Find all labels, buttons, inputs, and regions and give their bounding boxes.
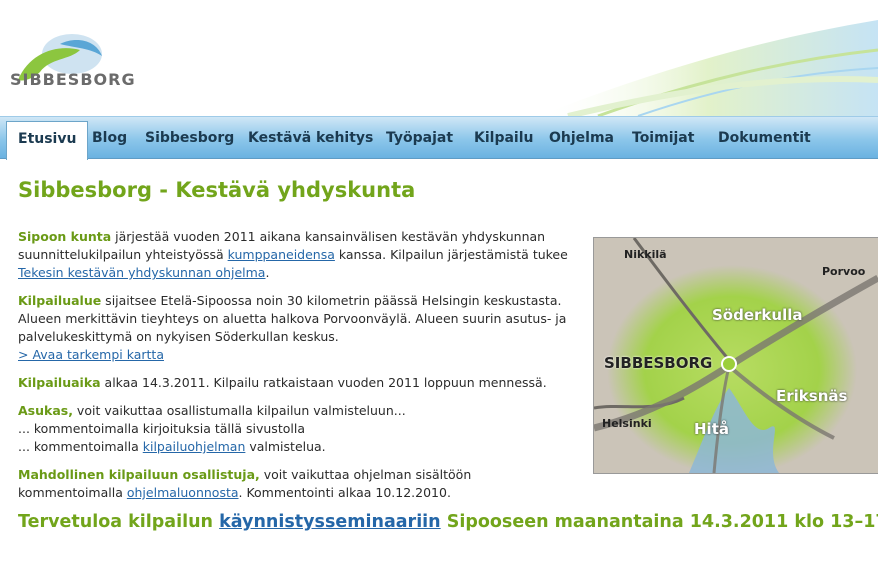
nav-tab-etusivu[interactable]: Etusivu: [6, 121, 89, 160]
map-label-hita: Hitå: [694, 420, 729, 438]
nav-tab-sibbesborg[interactable]: Sibbesborg: [134, 119, 245, 158]
intro-text-3: .: [265, 265, 270, 280]
resident-text-2: ... kommentoimalla kirjoituksia tällä si…: [18, 421, 305, 436]
header: SIBBESBORG: [0, 0, 878, 116]
main-navigation: Etusivu Blog Sibbesborg Kestävä kehitys …: [0, 116, 878, 160]
program-draft-link[interactable]: ohjelmaluonnosta: [127, 485, 239, 500]
brand-name: SIBBESBORG: [10, 70, 136, 89]
partners-link[interactable]: kumppaneidensa: [228, 247, 335, 262]
highlight-participant: Mahdollinen kilpailuun osallistuja,: [18, 467, 260, 482]
time-text: alkaa 14.3.2011. Kilpailu ratkaistaan vu…: [100, 375, 547, 390]
welcome-text-1: Tervetuloa kilpailun: [18, 512, 220, 532]
map-label-helsinki: Helsinki: [602, 417, 652, 430]
competition-time-paragraph: Kilpailuaika alkaa 14.3.2011. Kilpailu r…: [18, 374, 580, 392]
header-swoosh-decoration: [538, 20, 878, 116]
map-label-sibbesborg: SIBBESBORG: [604, 354, 713, 372]
nav-tab-toimijat[interactable]: Toimijat: [621, 119, 705, 158]
resident-text-3a: ... kommentoimalla: [18, 439, 143, 454]
area-text: sijaitsee Etelä-Sipoossa noin 30 kilomet…: [18, 293, 567, 344]
competition-program-link[interactable]: kilpailuohjelman: [143, 439, 246, 454]
tekes-program-link[interactable]: Tekesin kestävän yhdyskunnan ohjelma: [18, 265, 265, 280]
highlight-sipoon-kunta: Sipoon kunta: [18, 229, 112, 244]
nav-tab-kilpailu[interactable]: Kilpailu: [463, 119, 544, 158]
map-label-porvoo: Porvoo: [822, 265, 866, 278]
intro-text-2: kanssa. Kilpailun järjestämistä tukee: [334, 247, 568, 262]
nav-tab-dokumentit[interactable]: Dokumentit: [707, 119, 822, 158]
seminar-link[interactable]: käynnistysseminaariin: [219, 512, 441, 532]
nav-tab-kestava-kehitys[interactable]: Kestävä kehitys: [237, 119, 384, 158]
welcome-announcement: Tervetuloa kilpailun käynnistysseminaari…: [18, 512, 878, 532]
resident-paragraph: Asukas, voit vaikuttaa osallistumalla ki…: [18, 402, 580, 456]
map-label-eriksnas: Eriksnäs: [776, 387, 848, 405]
intro-paragraph: Sipoon kunta järjestää vuoden 2011 aikan…: [18, 228, 580, 282]
welcome-text-2: Sipooseen maanantaina 14.3.2011 klo 13–1…: [440, 512, 878, 532]
map-label-nikkila: Nikkilä: [624, 248, 667, 261]
nav-tab-tyopajat[interactable]: Työpajat: [375, 119, 464, 158]
highlight-kilpailuaika: Kilpailuaika: [18, 375, 101, 390]
page-title: Sibbesborg - Kestävä yhdyskunta: [18, 178, 416, 202]
participant-text-2: . Kommentointi alkaa 10.12.2010.: [238, 485, 451, 500]
resident-text-3b: valmistelua.: [245, 439, 326, 454]
nav-tab-blog[interactable]: Blog: [81, 119, 138, 158]
sibbesborg-logo[interactable]: [10, 18, 110, 102]
resident-text-1: voit vaikuttaa osallistumalla kilpailun …: [72, 403, 406, 418]
open-map-link[interactable]: > Avaa tarkempi kartta: [18, 347, 164, 362]
highlight-asukas: Asukas,: [18, 403, 73, 418]
competition-area-paragraph: Kilpailualue sijaitsee Etelä-Sipoossa no…: [18, 292, 580, 364]
competition-area-map[interactable]: Nikkilä Porvoo Söderkulla SIBBESBORG Eri…: [593, 237, 878, 474]
map-label-soderkulla: Söderkulla: [712, 306, 803, 324]
highlight-kilpailualue: Kilpailualue: [18, 293, 102, 308]
participant-paragraph: Mahdollinen kilpailuun osallistuja, voit…: [18, 466, 580, 502]
nav-tab-ohjelma[interactable]: Ohjelma: [538, 119, 625, 158]
